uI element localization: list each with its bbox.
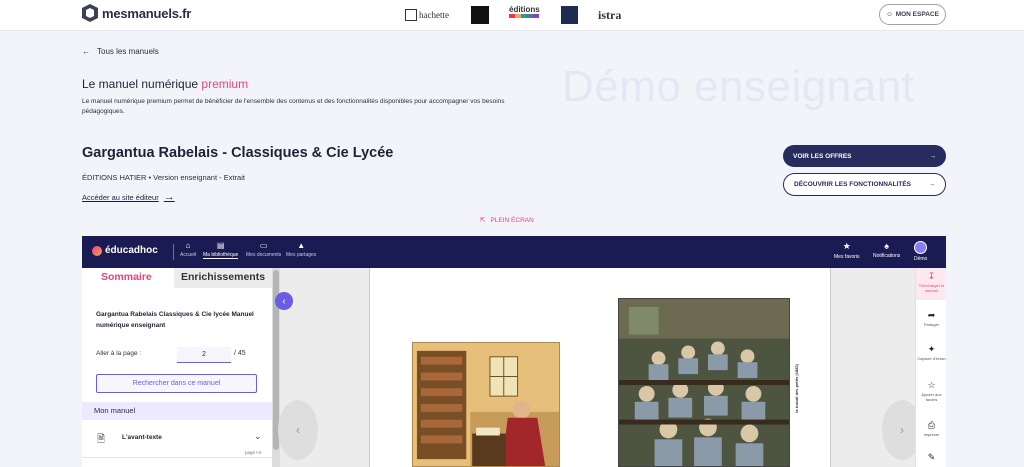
viewer-toolbar: ↧ Télécharger le manuel ➦ Partager ✦ Cap… [915,268,946,467]
share-icon: ➦ [927,310,936,320]
screenshot-button[interactable]: ✦ Capture d'écran [916,344,946,361]
brand-logo[interactable]: mesmanuels.fr [82,4,191,22]
book-icon: ▤ [216,241,225,250]
navbar-divider [173,244,174,260]
star-icon: ★ [842,241,851,251]
chevron-right-icon: › [900,423,904,437]
search-in-book-button[interactable]: Rechercher dans ce manuel [96,374,257,393]
page-number-input[interactable] [177,347,231,363]
sidebar-tabs: Sommaire Enrichissements [82,268,272,290]
document-icon: 🗎 [97,434,106,445]
star-outline-icon: ☆ [927,380,936,390]
nav-shares[interactable]: ▲ Mes partages [286,241,316,258]
toc-item-page: page I-II [245,450,262,455]
book-title: Gargantua Rabelais - Classiques & Cie Ly… [82,145,394,161]
share-button[interactable]: ➦ Partager [916,310,946,327]
brand-logo-icon [82,4,98,22]
add-favorite-button[interactable]: ☆ Ajouter aux favoris [916,380,946,402]
top-bar: mesmanuels.fr hachette éditions istra ☺ … [0,0,1024,31]
my-book-section-header: Mon manuel [82,402,272,420]
user-icon: ☺ [886,11,893,18]
page-illustration-scholar [412,342,560,467]
print-button[interactable]: ⎙ Imprimer [916,420,946,437]
home-icon: ⌂ [185,241,191,250]
print-icon: ⎙ [927,420,936,430]
nav-documents[interactable]: ▭ Mes documents [246,241,281,258]
pen-icon: ✎ [927,452,936,462]
page-illustration-classroom [618,298,790,467]
arrow-left-icon: ← [82,47,90,56]
arrow-right-icon: → [929,152,937,160]
toc-item-label: L'avant-texte [122,434,162,441]
download-manual-button[interactable]: ↧ Télécharger le manuel [916,268,946,300]
nav-home[interactable]: ⌂ Accueil [180,241,196,258]
documents-icon: ▭ [259,241,268,250]
partner-editions-logo[interactable]: éditions [509,6,540,24]
arrow-right-icon: → [928,181,936,188]
graduation-cap-icon: ▲ [297,241,306,250]
educadhoc-logo-icon [92,245,102,256]
tab-enrichments[interactable]: Enrichissements [174,268,272,288]
partner-hatier-logo[interactable] [471,6,489,24]
expand-icon: ⇱ [480,217,486,224]
book-page: la travail des petits (1883) [369,268,831,467]
sidebar-book-title: Gargantua Rabelais Classiques & Cie lycé… [96,311,254,329]
page-total: / 45 [234,350,246,357]
discover-features-button[interactable]: DÉCOUVRIR LES FONCTIONNALITÉS → [783,173,946,196]
avatar [914,241,928,254]
tab-summary[interactable]: Sommaire [101,271,152,283]
notifications-button[interactable]: ♠ Notifications [873,241,900,259]
my-space-button[interactable]: ☺ MON ESPACE [879,4,946,25]
partner-logo[interactable] [561,6,578,24]
toc-item[interactable]: 🗎 L'avant-texte ⌄ page I-II [82,422,272,458]
chevron-left-icon: ‹ [282,295,286,307]
book-viewer: éducadhoc ⌂ Accueil ▤ Ma bibliothèque ▭ … [82,236,946,467]
viewer-navbar: éducadhoc ⌂ Accueil ▤ Ma bibliothèque ▭ … [82,236,946,268]
goto-page-label: Aller à la page : [96,350,142,357]
back-link[interactable]: ← Tous les manuels [82,47,159,56]
see-offers-button[interactable]: VOIR LES OFFRES → [783,145,946,167]
chevron-left-icon: ‹ [296,423,300,437]
fullscreen-button[interactable]: ⇱ PLEIN ÉCRAN [480,216,534,225]
book-subtitle: ÉDITIONS HATIER • Version enseignant - E… [82,173,245,182]
partner-hachette-logo[interactable]: hachette [405,6,449,24]
illustration-caption: la travail des petits (1883) [794,364,799,413]
demo-watermark: Démo enseignant [562,62,915,111]
favorites-button[interactable]: ★ Mes favoris [834,241,860,260]
nav-library[interactable]: ▤ Ma bibliothèque [203,241,239,259]
download-icon: ↧ [927,271,936,281]
book-sidebar: Sommaire Enrichissements Gargantua Rabel… [82,268,272,467]
annotate-button[interactable]: ✎ [916,452,946,464]
user-menu[interactable]: Démo [914,241,927,262]
capture-icon: ✦ [927,344,936,354]
premium-title: Le manuel numérique premium [82,77,249,91]
partner-istra-logo[interactable]: istra [598,6,621,24]
arrow-right-icon: → [163,191,175,203]
premium-description: Le manuel numérique premium permet de bé… [82,98,505,115]
collapse-sidebar-button[interactable]: ‹ [275,292,293,310]
bell-icon: ♠ [884,241,889,251]
previous-page-button[interactable]: ‹ [278,400,318,460]
brand-name: mesmanuels.fr [102,5,192,21]
editor-site-link[interactable]: Accéder au site éditeur → [82,191,175,203]
educadhoc-logo[interactable]: éducadhoc [92,245,158,256]
chevron-down-icon[interactable]: ⌄ [254,431,262,442]
